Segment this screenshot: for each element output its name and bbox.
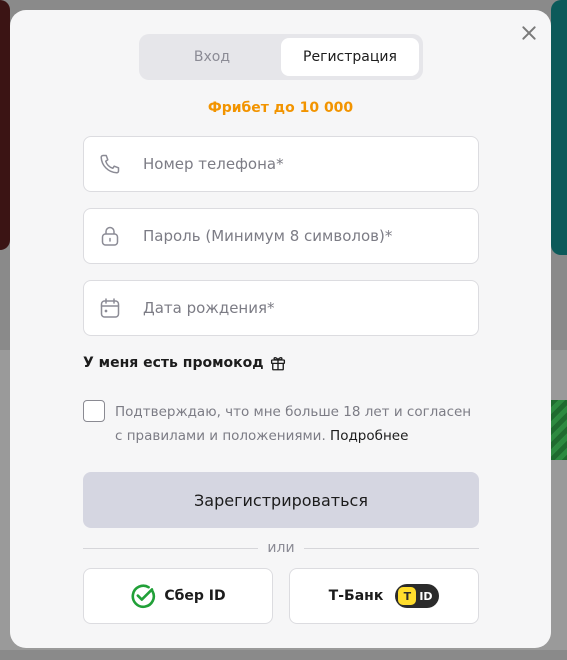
gift-icon <box>270 357 285 371</box>
promo-code-label: У меня есть промокод <box>83 355 264 371</box>
freebet-banner: Фрибет до 10 000 <box>207 100 354 116</box>
auth-tabs: Вход Регистрация <box>139 34 423 80</box>
tbank-label: Т-Банк <box>328 588 384 604</box>
divider-label: или <box>267 540 295 556</box>
sber-id-button[interactable]: Сбер ID <box>83 568 273 624</box>
birthdate-field[interactable] <box>83 280 479 336</box>
sber-id-label: Сбер ID <box>164 588 226 604</box>
password-input[interactable] <box>143 209 478 263</box>
registration-modal: Вход Регистрация Фрибет до 10 000 У меня… <box>10 10 551 648</box>
close-icon[interactable] <box>518 22 540 44</box>
background-card <box>551 0 567 255</box>
divider: или <box>83 540 479 556</box>
background-image <box>551 400 567 460</box>
birthdate-input[interactable] <box>143 281 478 335</box>
agreement-text: Подтверждаю, что мне больше 18 лет и сог… <box>115 404 472 444</box>
password-field[interactable] <box>83 208 479 264</box>
register-button[interactable]: Зарегистрироваться <box>83 472 479 528</box>
tbank-id-text: ID <box>419 589 433 603</box>
phone-input[interactable] <box>143 137 478 191</box>
lock-icon <box>101 226 119 246</box>
agreement-details-link[interactable]: Подробнее <box>330 428 408 444</box>
tab-registration[interactable]: Регистрация <box>281 38 419 76</box>
agreement-checkbox[interactable] <box>83 400 105 422</box>
tbank-id-badge: T ID <box>395 584 440 608</box>
phone-icon <box>100 154 120 174</box>
phone-field[interactable] <box>83 136 479 192</box>
calendar-icon <box>100 298 120 318</box>
promo-code-toggle[interactable]: У меня есть промокод <box>83 354 287 372</box>
tab-login[interactable]: Вход <box>143 38 281 76</box>
sber-logo-icon <box>131 584 156 609</box>
background-card <box>0 0 10 250</box>
tbank-id-button[interactable]: Т-Банк T ID <box>289 568 479 624</box>
tbank-logo-icon: T <box>398 587 417 605</box>
